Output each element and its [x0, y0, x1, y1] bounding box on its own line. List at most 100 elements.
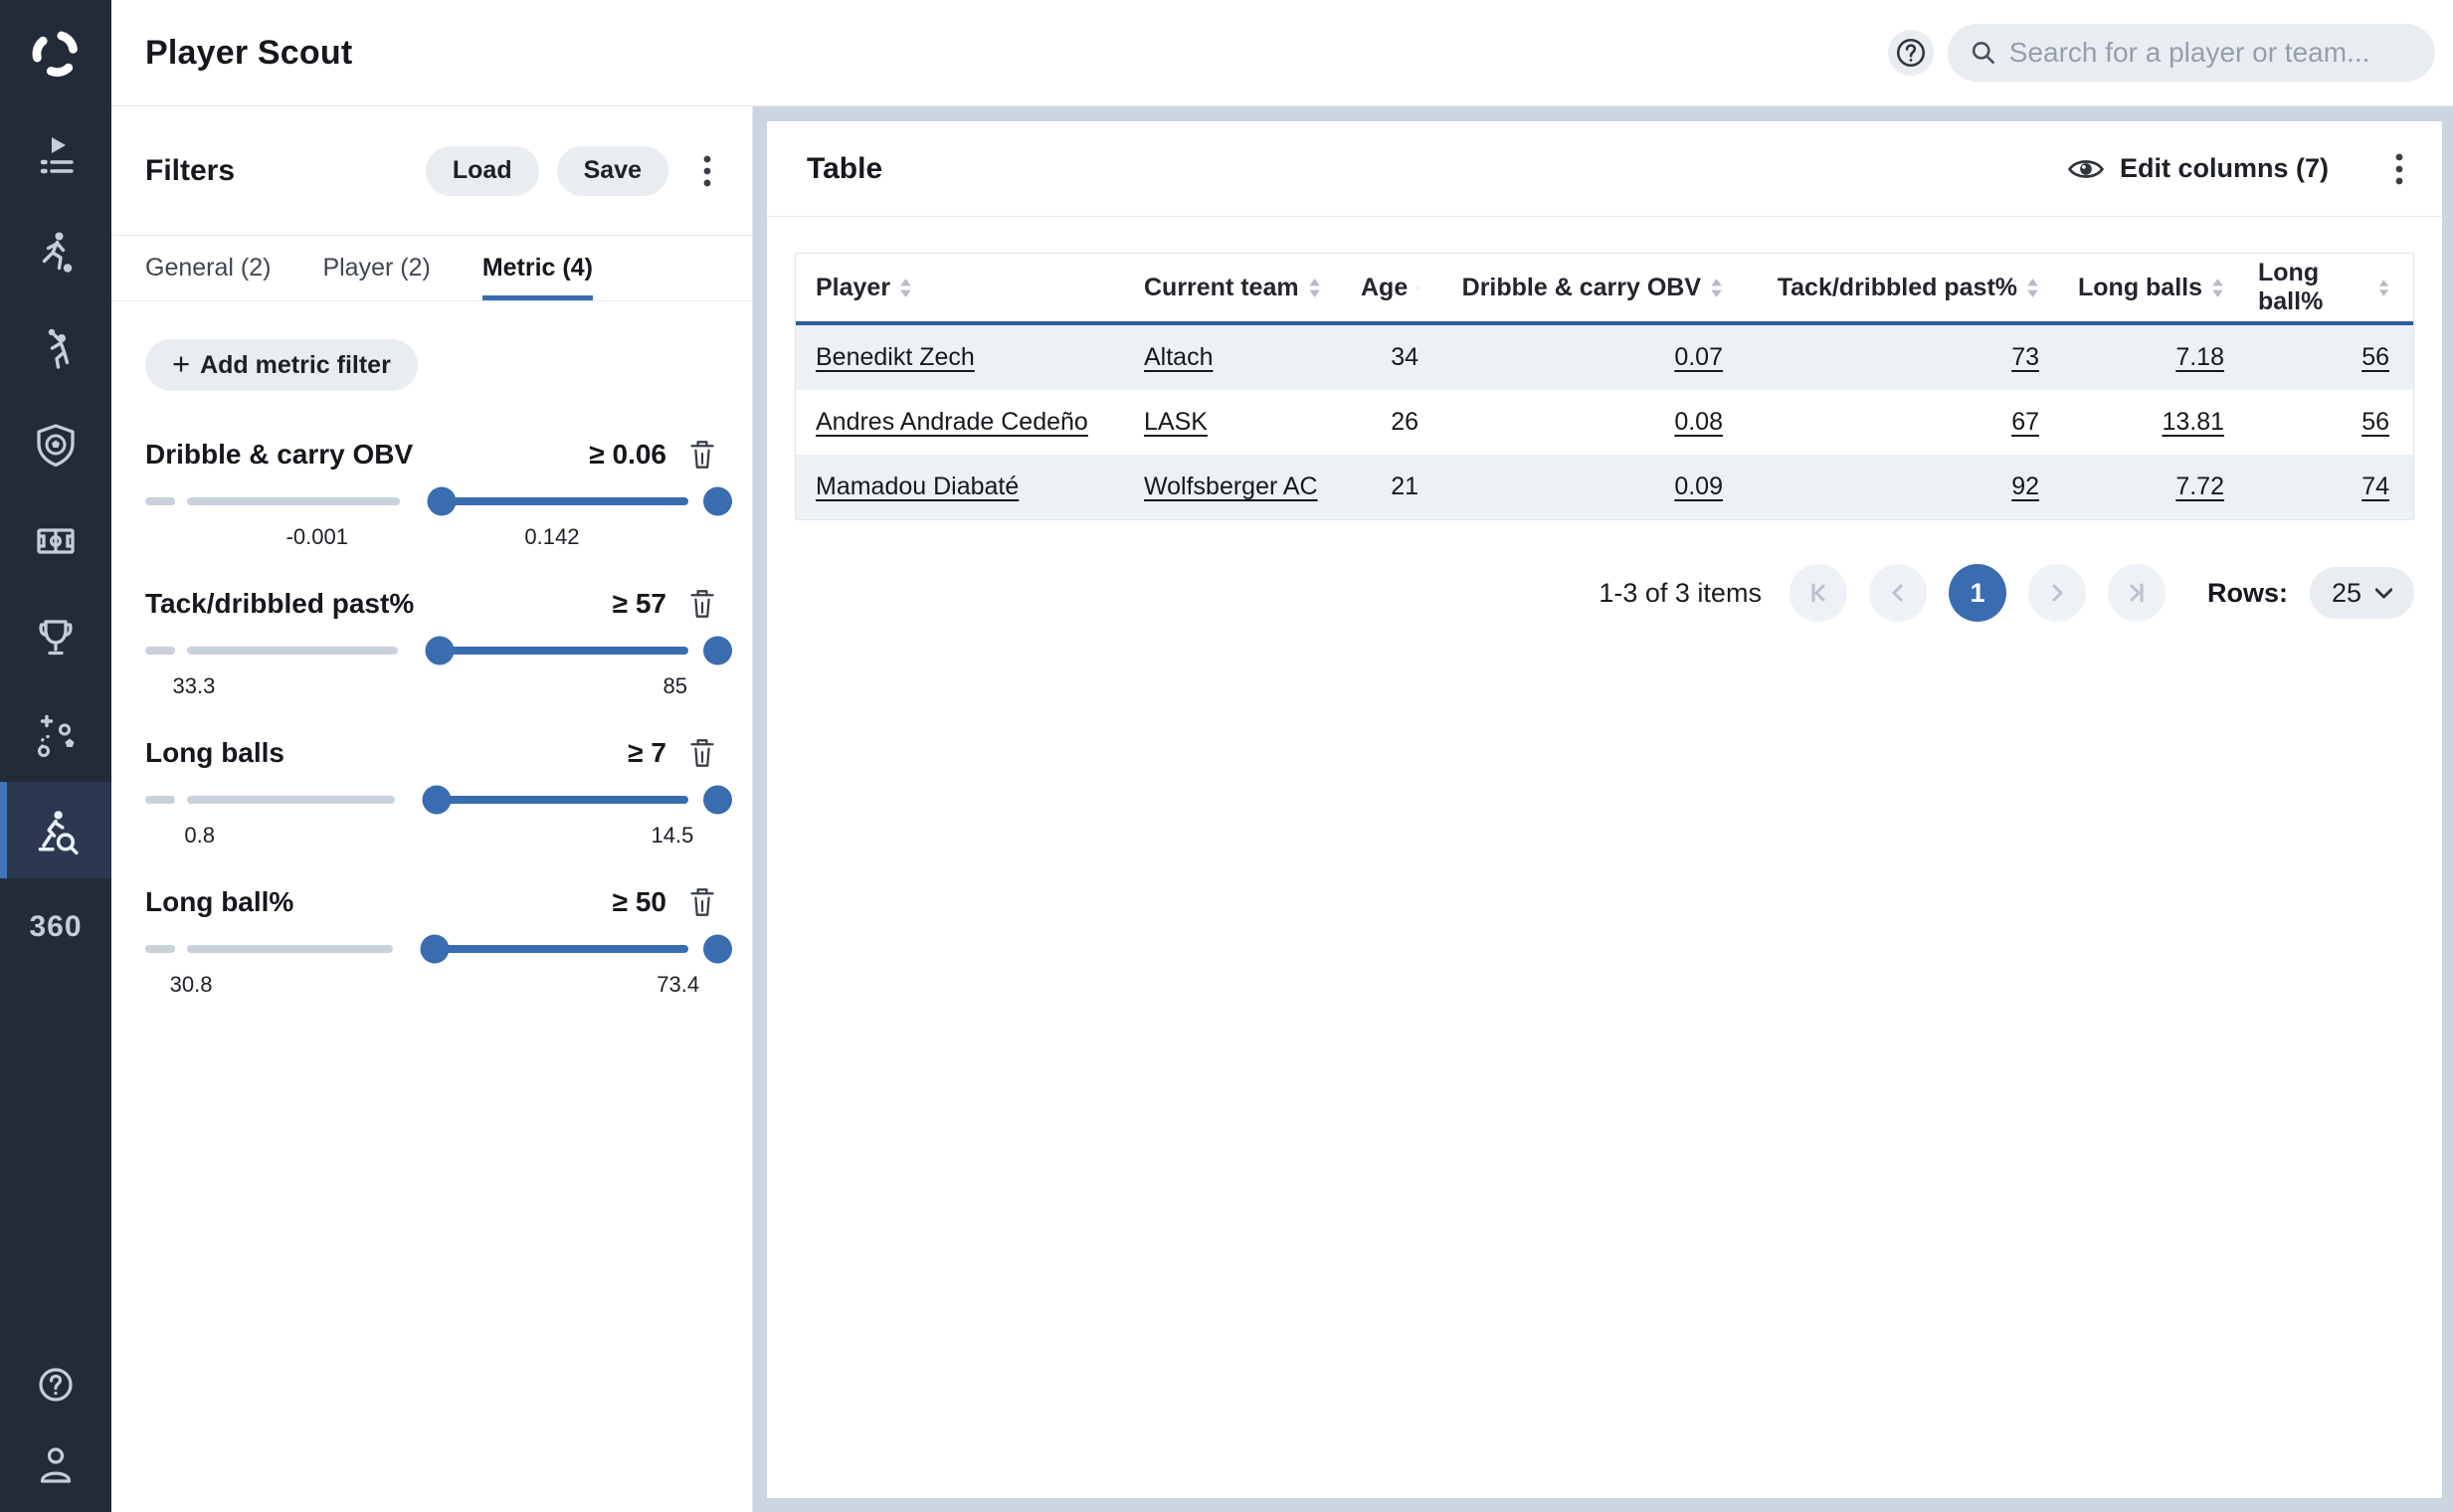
page-1-button[interactable]: 1	[1949, 564, 2006, 622]
column-header-tack-dribbled-past-[interactable]: Tack/dribbled past%	[1747, 274, 2063, 302]
last-page-button[interactable]	[2108, 564, 2166, 622]
app-header: Player Scout	[111, 0, 2453, 106]
table-area: Table Edit columns (7)	[753, 106, 2453, 1512]
global-search[interactable]	[1948, 24, 2435, 82]
sidebar-item-pitch[interactable]	[0, 492, 111, 589]
cell-link[interactable]: 67	[2011, 408, 2039, 436]
trash-icon	[688, 737, 716, 769]
rows-per-page-select[interactable]: 25	[2310, 567, 2414, 619]
sidebar-item-player-scout[interactable]	[0, 782, 111, 878]
cell-current-team: LASK	[1124, 408, 1351, 437]
cell-link[interactable]: Andres Andrade Cedeño	[816, 408, 1088, 436]
chevron-down-icon	[2375, 588, 2392, 599]
sort-icon	[1416, 278, 1418, 298]
sidebar-item-360[interactable]: 360	[0, 878, 111, 975]
edit-columns-label: Edit columns (7)	[2120, 153, 2329, 184]
table-header-row: PlayerCurrent teamAgeDribble & carry OBV…	[796, 254, 2413, 325]
slider-track[interactable]	[187, 497, 718, 505]
add-metric-filter-button[interactable]: + Add metric filter	[145, 339, 418, 391]
slider-track-unselected	[187, 647, 398, 655]
previous-page-button[interactable]	[1869, 564, 1927, 622]
slider-upper-handle[interactable]	[703, 786, 732, 815]
filters-menu-button[interactable]	[692, 148, 722, 194]
sidebar-item-player-running[interactable]	[0, 203, 111, 299]
cell-link[interactable]: 73	[2011, 343, 2039, 371]
cell-link[interactable]: Benedikt Zech	[816, 343, 975, 371]
cell-link[interactable]: 0.07	[1674, 343, 1723, 371]
column-header-long-ball-[interactable]: Long ball%	[2248, 259, 2413, 316]
edit-columns-button[interactable]: Edit columns (7)	[2068, 153, 2329, 184]
column-header-current-team[interactable]: Current team	[1124, 274, 1351, 302]
filters-title: Filters	[145, 154, 235, 188]
slider-track[interactable]	[187, 647, 718, 655]
cell-link[interactable]: LASK	[1144, 408, 1208, 436]
cell-link[interactable]: 7.18	[2175, 343, 2224, 371]
cell-link[interactable]: 0.08	[1674, 408, 1723, 436]
slider-upper-handle[interactable]	[703, 935, 732, 964]
slider-lower-handle[interactable]	[425, 637, 454, 665]
cell-link[interactable]: 13.81	[2162, 408, 2224, 436]
cell-link[interactable]: Wolfsberger AC	[1144, 472, 1318, 500]
help-button[interactable]	[1888, 30, 1934, 76]
slider-lower-handle[interactable]	[422, 786, 451, 815]
next-page-button[interactable]	[2028, 564, 2086, 622]
slider-lower-handle[interactable]	[421, 935, 450, 964]
slider-labels: 30.8 73.4	[145, 970, 718, 998]
cell-link[interactable]: 92	[2011, 472, 2039, 500]
sidebar-item-profile[interactable]	[0, 1432, 111, 1512]
sidebar-item-team-shield[interactable]	[0, 396, 111, 492]
slider-lower-handle[interactable]	[428, 487, 457, 516]
tab-metric[interactable]: Metric (4)	[482, 236, 593, 300]
cell-link[interactable]: Mamadou Diabaté	[816, 472, 1019, 500]
column-header-dribble-carry-obv[interactable]: Dribble & carry OBV	[1442, 274, 1747, 302]
cell-link[interactable]: 56	[2361, 343, 2389, 371]
sidebar-item-goalkeeper[interactable]	[0, 299, 111, 396]
tab-general[interactable]: General (2)	[145, 236, 271, 300]
cell-link[interactable]: 74	[2361, 472, 2389, 500]
search-input[interactable]	[2009, 37, 2411, 69]
cell-link[interactable]: 0.09	[1674, 472, 1723, 500]
kebab-menu-icon	[2394, 152, 2404, 186]
tab-player[interactable]: Player (2)	[322, 236, 430, 300]
cell-player: Andres Andrade Cedeño	[796, 408, 1124, 437]
load-filters-button[interactable]: Load	[426, 146, 539, 196]
cell-tack-dribbled-past-: 73	[1747, 343, 2063, 372]
range-slider[interactable]	[145, 636, 718, 665]
cell-tack-dribbled-past-: 67	[1747, 408, 2063, 437]
sidebar-item-match-list[interactable]	[0, 106, 111, 203]
delete-filter-button[interactable]	[686, 437, 718, 472]
pitch-icon	[32, 517, 80, 565]
app-logo[interactable]	[0, 0, 111, 106]
sidebar-item-tactics[interactable]	[0, 685, 111, 782]
slider-track-selected	[440, 647, 688, 655]
sort-icon	[2378, 278, 2389, 298]
cell-link[interactable]: Altach	[1144, 343, 1213, 371]
save-filters-button[interactable]: Save	[557, 146, 668, 196]
delete-filter-button[interactable]	[686, 884, 718, 920]
sidebar-item-help[interactable]	[0, 1336, 111, 1432]
metric-filter-name: Long ball%	[145, 886, 293, 918]
slider-max-label: 85	[663, 673, 687, 699]
metric-filter-block: Long balls ≥ 7	[145, 733, 718, 849]
slider-track[interactable]	[187, 945, 718, 953]
cell-link[interactable]: 56	[2361, 408, 2389, 436]
goalkeeper-icon	[32, 324, 80, 372]
column-header-long-balls[interactable]: Long balls	[2063, 274, 2248, 302]
slider-track-selected	[435, 945, 688, 953]
sidebar-item-trophy[interactable]	[0, 589, 111, 685]
slider-track[interactable]	[187, 796, 718, 804]
trophy-icon	[32, 614, 80, 662]
range-slider[interactable]	[145, 486, 718, 516]
delete-filter-button[interactable]	[686, 735, 718, 771]
first-page-button[interactable]	[1790, 564, 1847, 622]
column-header-player[interactable]: Player	[796, 274, 1124, 302]
delete-filter-button[interactable]	[686, 586, 718, 622]
cell-age: 26	[1351, 408, 1442, 437]
column-header-age[interactable]: Age	[1351, 274, 1442, 302]
slider-upper-handle[interactable]	[703, 487, 732, 516]
range-slider[interactable]	[145, 934, 718, 964]
slider-upper-handle[interactable]	[703, 637, 732, 665]
range-slider[interactable]	[145, 785, 718, 815]
cell-link[interactable]: 7.72	[2175, 472, 2224, 500]
table-menu-button[interactable]	[2384, 146, 2414, 192]
